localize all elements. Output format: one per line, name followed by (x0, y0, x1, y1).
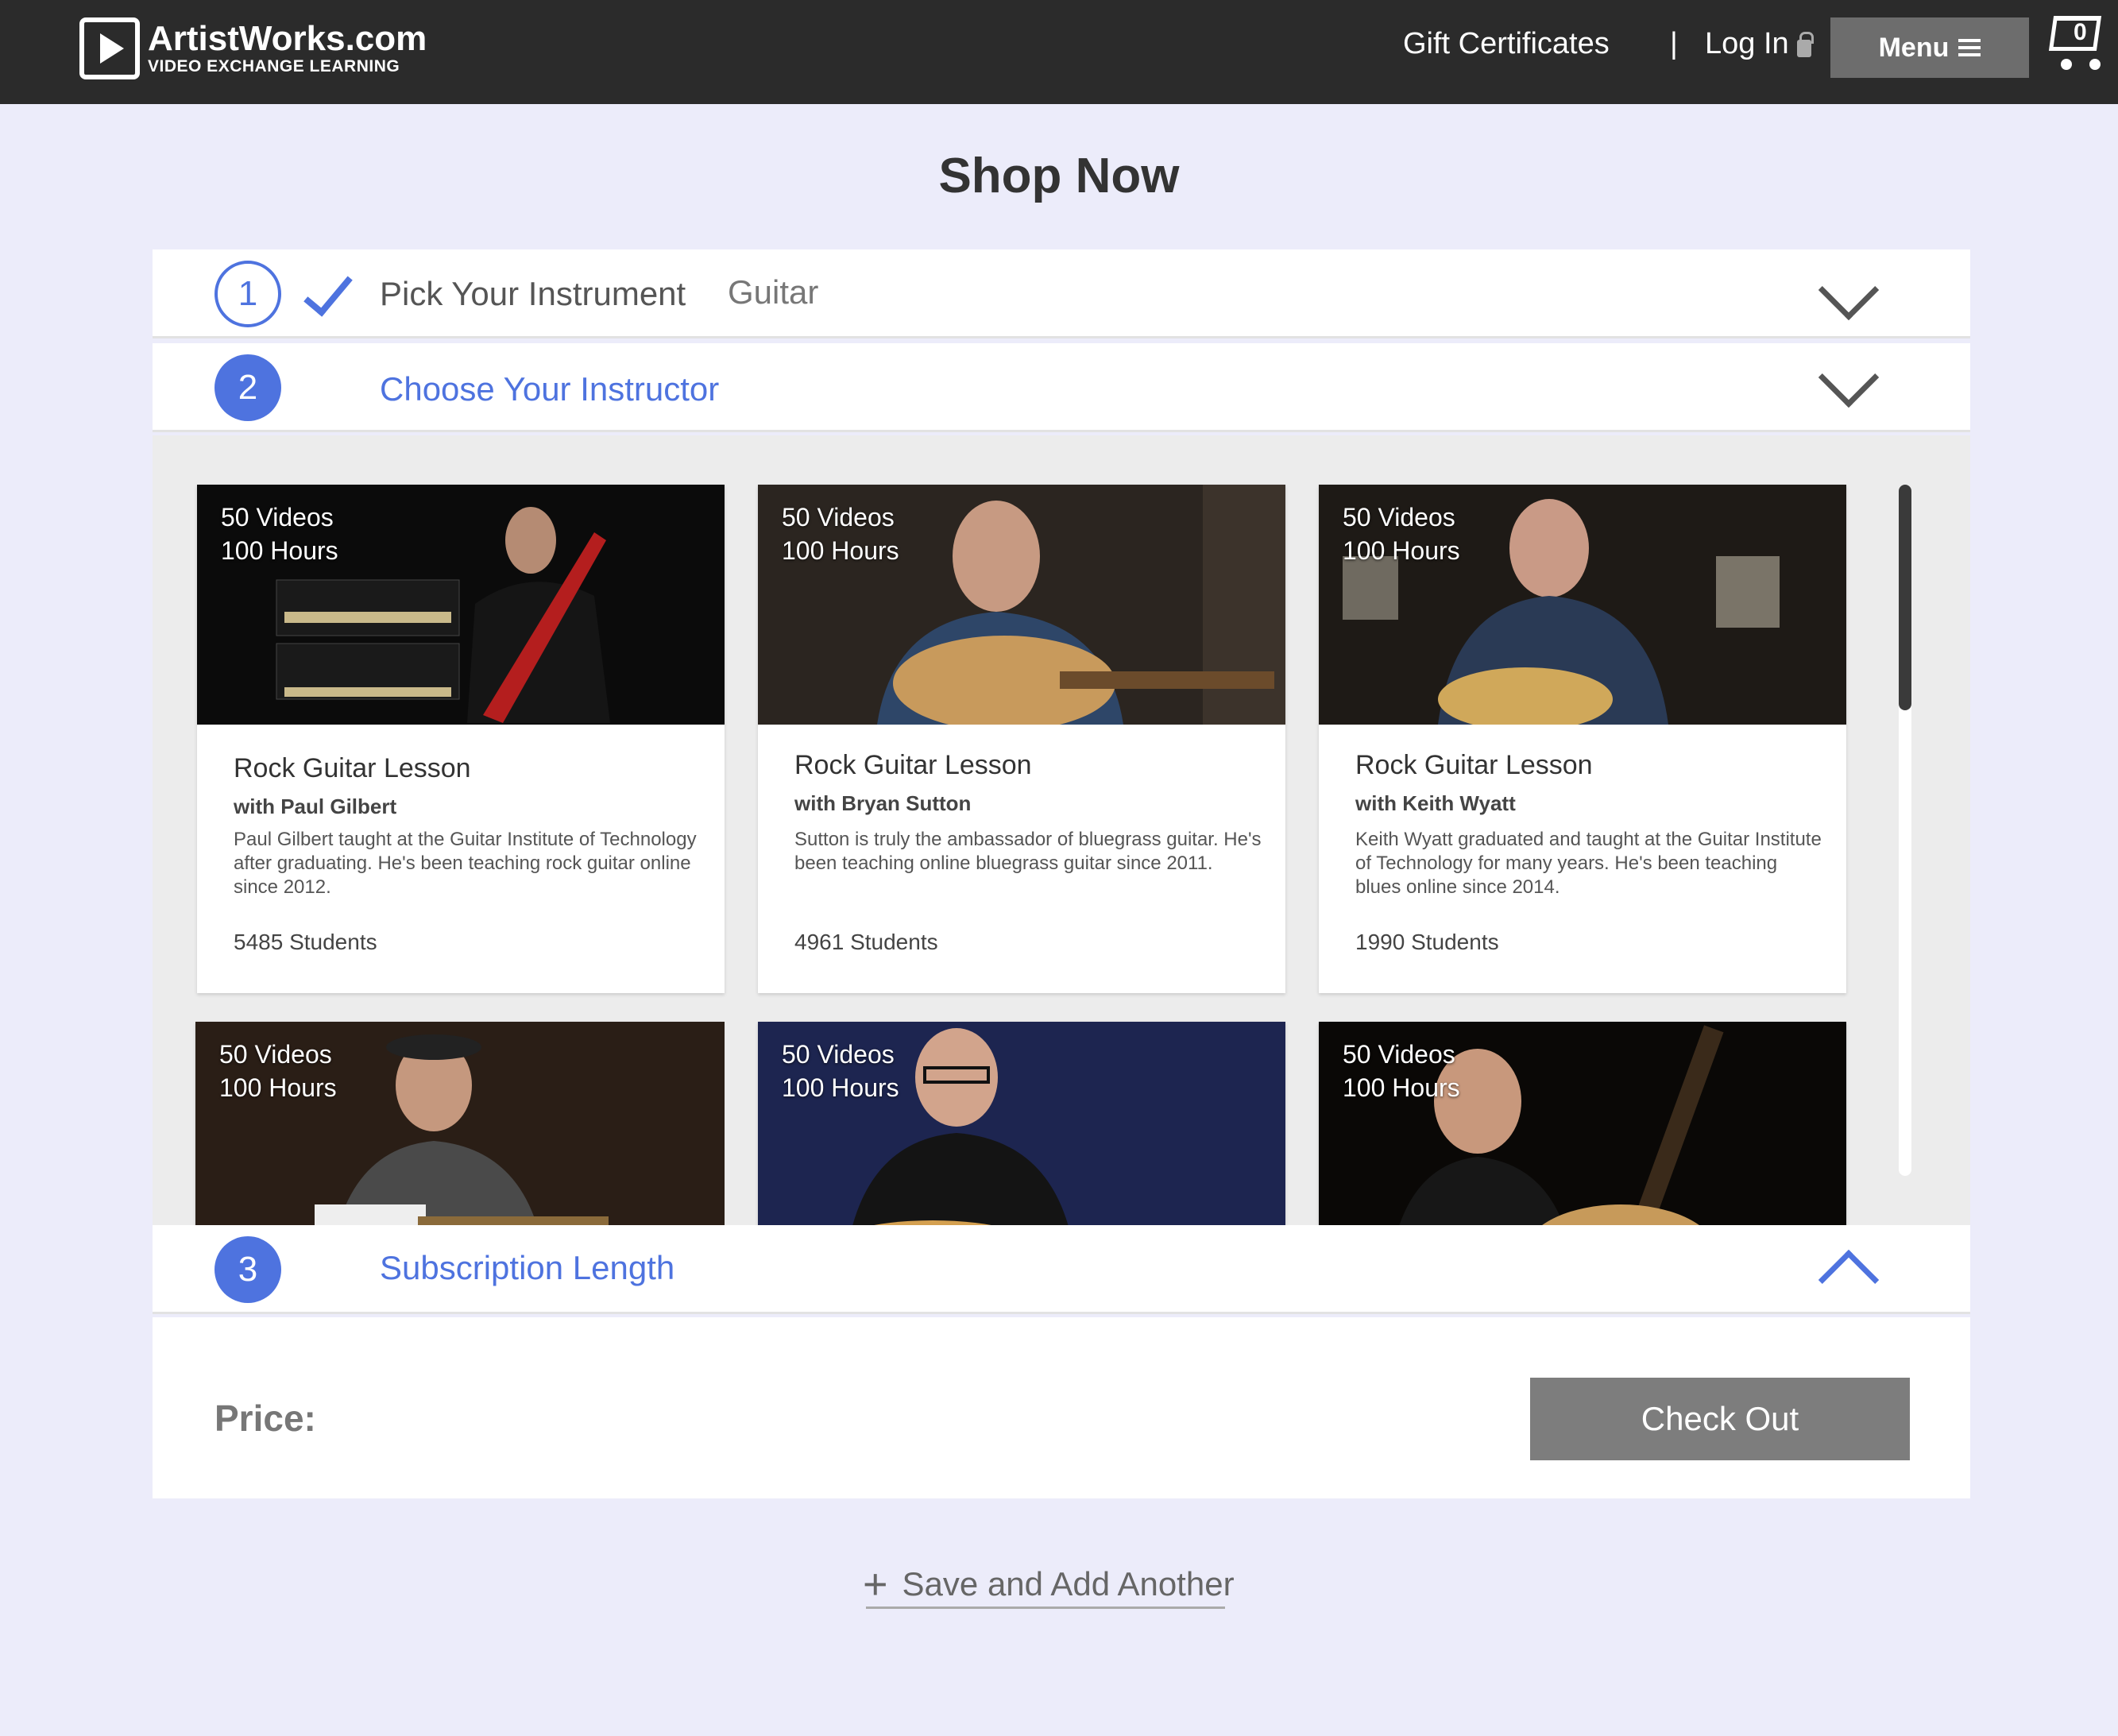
link-underline (866, 1606, 1225, 1609)
log-in-label: Log In (1705, 27, 1789, 60)
video-count: 50 Videos (1343, 503, 1455, 532)
hour-count: 100 Hours (782, 536, 899, 565)
video-count: 50 Videos (782, 1040, 895, 1069)
instructor-name: with Bryan Sutton (794, 791, 972, 815)
menu-label: Menu (1878, 32, 1950, 63)
scrollbar-thumb[interactable] (1899, 485, 1911, 710)
hour-count: 100 Hours (1343, 1073, 1460, 1102)
shopping-cart-button[interactable]: 0 (2040, 8, 2112, 73)
selected-instrument: Guitar (728, 273, 819, 311)
hamburger-icon (1958, 39, 1981, 56)
lock-icon (1796, 31, 1814, 57)
check-out-button[interactable]: Check Out (1530, 1378, 1910, 1460)
checkmark-icon (308, 267, 348, 323)
student-count: 1990 Students (1355, 930, 1499, 954)
plus-icon: + (863, 1560, 888, 1608)
video-count: 50 Videos (1343, 1040, 1455, 1069)
instructor-photo: 50 Videos 100 Hours (195, 1022, 725, 1225)
chevron-down-icon[interactable] (1818, 259, 1880, 321)
instructor-photo: 50 Videos 100 Hours (1319, 1022, 1846, 1225)
instructor-name: with Paul Gilbert (234, 795, 397, 818)
step-number-badge: 2 (215, 354, 281, 421)
instructor-scrollbar[interactable] (1899, 485, 1911, 1176)
photo-badge: 50 Videos 100 Hours (782, 1038, 899, 1104)
chevron-down-icon[interactable] (1818, 346, 1880, 408)
instructor-photo: 50 Videos 100 Hours (758, 1022, 1285, 1225)
lesson-title: Rock Guitar Lesson (234, 753, 471, 783)
instructor-card[interactable]: 50 Videos 100 Hours (195, 1022, 725, 1225)
logo-tagline: VIDEO EXCHANGE LEARNING (148, 57, 400, 75)
video-count: 50 Videos (782, 503, 895, 532)
video-count: 50 Videos (219, 1040, 332, 1069)
photo-badge: 50 Videos 100 Hours (1343, 501, 1460, 567)
log-in-link[interactable]: Log In (1705, 27, 1814, 61)
instructor-name: with Keith Wyatt (1355, 791, 1516, 815)
step-number-badge: 1 (215, 261, 281, 327)
hour-count: 100 Hours (221, 536, 338, 565)
instructor-photo: 50 Videos 100 Hours (197, 485, 725, 725)
step-pick-instrument[interactable]: 1 Pick Your Instrument Guitar (153, 249, 1970, 338)
cart-wheel (2061, 59, 2072, 70)
photo-badge: 50 Videos 100 Hours (221, 501, 338, 567)
play-logo-icon (79, 17, 140, 79)
instructor-description: Sutton is truly the ambassador of bluegr… (794, 829, 1262, 874)
save-and-add-another-link[interactable]: + Save and Add Another (863, 1560, 1235, 1608)
menu-button[interactable]: Menu (1830, 17, 2029, 78)
student-count: 4961 Students (794, 930, 938, 954)
step-label: Choose Your Instructor (380, 370, 720, 408)
lesson-title: Rock Guitar Lesson (1355, 750, 1593, 780)
instructor-card-paul-gilbert[interactable]: 50 Videos 100 Hours Rock Guitar Lesson w… (197, 485, 725, 993)
logo-name: ArtistWorks.com (148, 19, 427, 58)
photo-badge: 50 Videos 100 Hours (782, 501, 899, 567)
step-label: Pick Your Instrument (380, 275, 686, 312)
chevron-up-icon[interactable] (1818, 1249, 1880, 1311)
top-navigation-bar: ArtistWorks.com VIDEO EXCHANGE LEARNING … (0, 0, 2118, 104)
step-label: Subscription Length (380, 1249, 675, 1286)
instructor-photo: 50 Videos 100 Hours (758, 485, 1285, 725)
nav-separator: | (1670, 27, 1678, 60)
photo-badge: 50 Videos 100 Hours (219, 1038, 337, 1104)
cart-wheel (2089, 59, 2101, 70)
video-count: 50 Videos (221, 503, 334, 532)
hour-count: 100 Hours (1343, 536, 1460, 565)
instructor-description: Paul Gilbert taught at the Guitar Instit… (234, 829, 697, 898)
instructor-grid: 50 Videos 100 Hours Rock Guitar Lesson w… (153, 435, 1970, 1225)
subscription-panel: Price: Check Out (153, 1317, 1970, 1498)
instructor-description: Keith Wyatt graduated and taught at the … (1355, 829, 1822, 898)
lesson-title: Rock Guitar Lesson (794, 750, 1032, 780)
step-number-badge: 3 (215, 1236, 281, 1303)
student-count: 5485 Students (234, 930, 377, 954)
hour-count: 100 Hours (782, 1073, 899, 1102)
save-and-add-another-label: Save and Add Another (902, 1565, 1235, 1603)
photo-badge: 50 Videos 100 Hours (1343, 1038, 1460, 1104)
artistworks-logo[interactable]: ArtistWorks.com VIDEO EXCHANGE LEARNING (79, 16, 427, 81)
step-subscription-length[interactable]: 3 Subscription Length (153, 1225, 1970, 1314)
page-title: Shop Now (938, 149, 1180, 203)
instructor-card-keith-wyatt[interactable]: 50 Videos 100 Hours Rock Guitar Lesson w… (1319, 485, 1846, 993)
cart-count: 0 (2074, 19, 2087, 45)
hour-count: 100 Hours (219, 1073, 337, 1102)
price-label: Price: (215, 1398, 316, 1439)
instructor-card[interactable]: 50 Videos 100 Hours (1319, 1022, 1846, 1225)
gift-certificates-link[interactable]: Gift Certificates (1403, 27, 1610, 61)
step-choose-instructor[interactable]: 2 Choose Your Instructor (153, 343, 1970, 432)
instructor-card-bryan-sutton[interactable]: 50 Videos 100 Hours Rock Guitar Lesson w… (758, 485, 1285, 993)
logo-text: ArtistWorks.com VIDEO EXCHANGE LEARNING (148, 21, 427, 76)
instructor-photo: 50 Videos 100 Hours (1319, 485, 1846, 725)
instructor-card[interactable]: 50 Videos 100 Hours (758, 1022, 1285, 1225)
